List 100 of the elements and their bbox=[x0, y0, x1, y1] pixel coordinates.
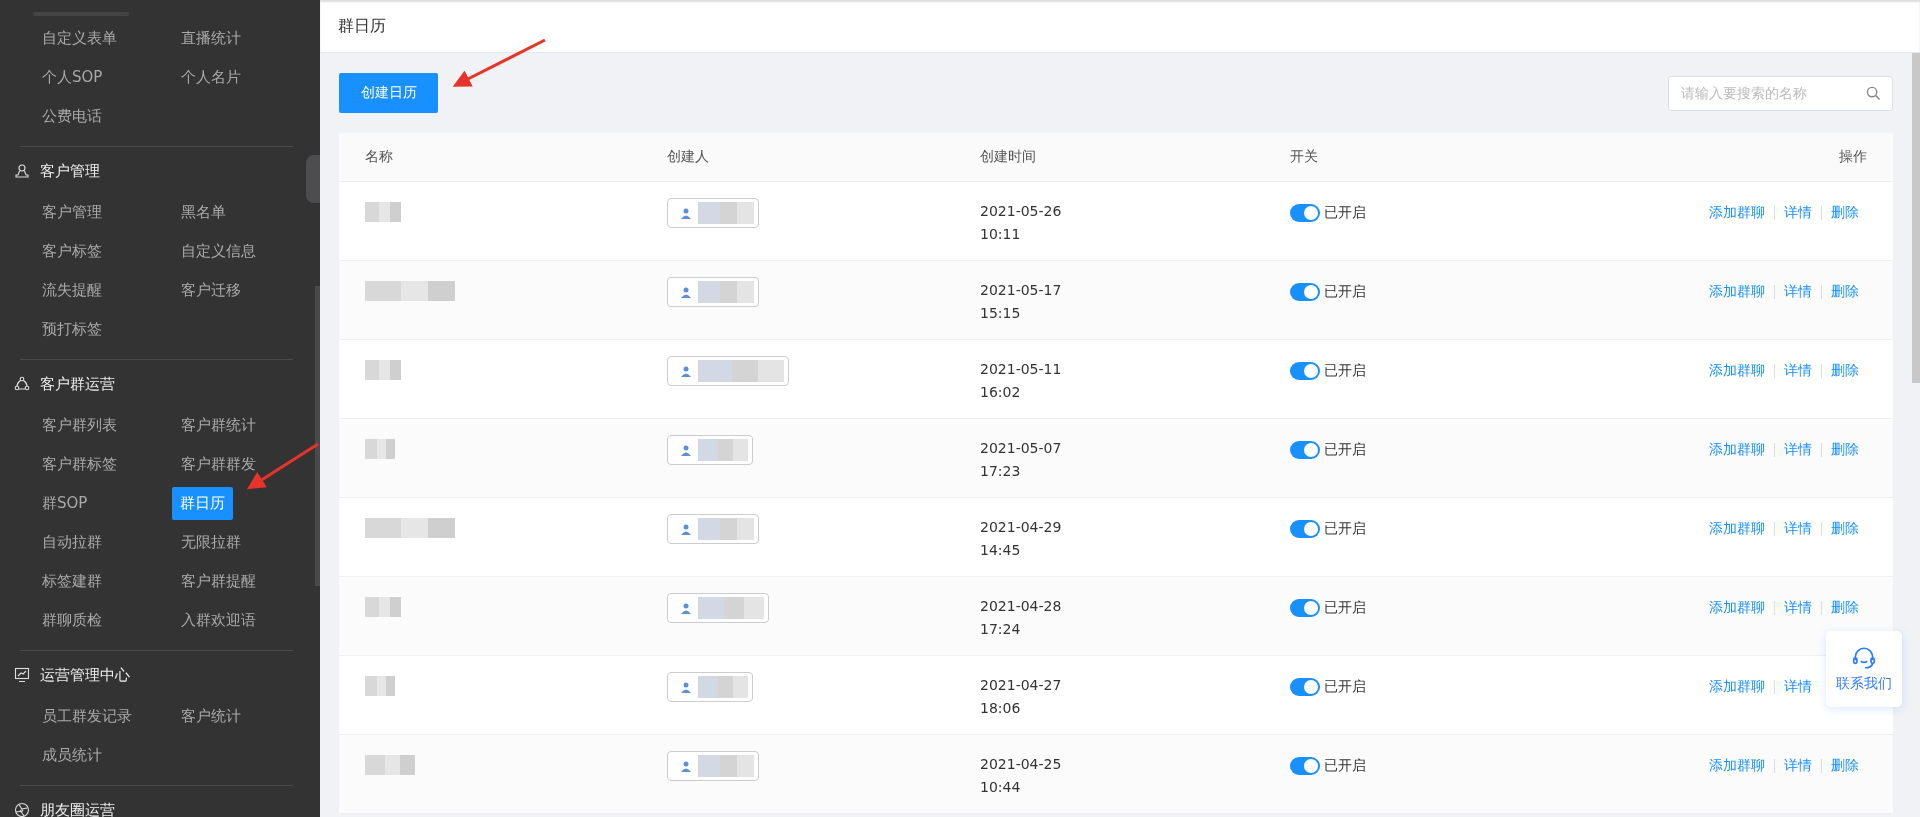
blurred-name bbox=[698, 202, 754, 224]
action-link[interactable]: 删除 bbox=[1831, 757, 1859, 775]
action-link[interactable]: 删除 bbox=[1831, 520, 1859, 538]
action-link[interactable]: 详情 bbox=[1784, 678, 1812, 696]
sidebar-item[interactable]: 客户群列表 bbox=[42, 410, 117, 441]
sidebar-item[interactable]: 客户群标签 bbox=[42, 449, 117, 480]
sidebar-item[interactable]: 个人名片 bbox=[181, 62, 241, 93]
sidebar-item[interactable]: 客户群统计 bbox=[181, 410, 256, 441]
action-link[interactable]: 详情 bbox=[1784, 204, 1812, 222]
created-time: 2021-04-29 14:45 bbox=[980, 518, 1062, 560]
sidebar-item[interactable]: 预打标签 bbox=[42, 314, 102, 345]
toggle-switch[interactable] bbox=[1290, 678, 1320, 696]
sidebar-item[interactable]: 客户群群发 bbox=[181, 449, 256, 480]
sidebar-item[interactable]: 黑名单 bbox=[181, 197, 226, 228]
blurred-name bbox=[365, 360, 401, 380]
toggle-switch[interactable] bbox=[1290, 520, 1320, 538]
sidebar-item[interactable]: 直播统计 bbox=[181, 23, 241, 54]
column-header: 操作 bbox=[1839, 148, 1867, 166]
person-icon bbox=[680, 365, 692, 377]
section-title[interactable]: 运营管理中心 bbox=[40, 665, 130, 685]
scrollbar[interactable] bbox=[315, 286, 320, 586]
created-time: 2021-05-26 10:11 bbox=[980, 202, 1062, 244]
sidebar-item[interactable]: 标签建群 bbox=[42, 566, 102, 597]
sidebar-item[interactable]: 自动拉群 bbox=[42, 527, 102, 558]
sidebar-item[interactable]: 群聊质检 bbox=[42, 605, 102, 636]
switch-label: 已开启 bbox=[1324, 678, 1366, 696]
person-icon bbox=[680, 207, 692, 219]
sidebar-item[interactable]: 群SOP bbox=[42, 488, 88, 519]
action-link[interactable]: 添加群聊 bbox=[1709, 204, 1765, 222]
sidebar-item[interactable]: 客户统计 bbox=[181, 701, 241, 732]
blurred-name bbox=[365, 755, 415, 775]
switch-label: 已开启 bbox=[1324, 757, 1366, 775]
sidebar-item[interactable]: 群日历 bbox=[172, 487, 233, 520]
switch-label: 已开启 bbox=[1324, 441, 1366, 459]
action-link[interactable]: 添加群聊 bbox=[1709, 520, 1765, 538]
action-link[interactable]: 添加群聊 bbox=[1709, 599, 1765, 617]
contact-us-button[interactable]: 联系我们 bbox=[1826, 631, 1902, 707]
section-title[interactable]: 客户群运营 bbox=[40, 374, 115, 394]
search-field[interactable]: 请输入要搜索的名称 bbox=[1668, 75, 1893, 111]
sidebar-item[interactable]: 公费电话 bbox=[42, 101, 102, 132]
headset-icon bbox=[1851, 645, 1877, 671]
action-link[interactable]: 删除 bbox=[1831, 599, 1859, 617]
person-icon bbox=[14, 163, 30, 179]
section-title[interactable]: 朋友圈运营 bbox=[40, 800, 115, 817]
person-icon bbox=[680, 760, 692, 772]
action-link[interactable]: 添加群聊 bbox=[1709, 678, 1765, 696]
action-link[interactable]: 详情 bbox=[1784, 362, 1812, 380]
blurred-name bbox=[698, 518, 754, 540]
sidebar-item[interactable]: 员工群发记录 bbox=[42, 701, 132, 732]
sidebar-item[interactable]: 自定义表单 bbox=[42, 23, 117, 54]
sidebar-item[interactable]: 客户标签 bbox=[42, 236, 102, 267]
sidebar-item[interactable]: 客户管理 bbox=[42, 197, 102, 228]
aperture-icon bbox=[14, 802, 30, 817]
toggle-switch[interactable] bbox=[1290, 204, 1320, 222]
created-time: 2021-05-11 16:02 bbox=[980, 360, 1062, 402]
blurred-name bbox=[365, 202, 401, 222]
action-link[interactable]: 删除 bbox=[1831, 283, 1859, 301]
sidebar-item[interactable]: 成员统计 bbox=[42, 740, 102, 771]
switch-label: 已开启 bbox=[1324, 283, 1366, 301]
person-icon bbox=[680, 444, 692, 456]
create-calendar-button[interactable]: 创建日历 bbox=[339, 73, 438, 113]
search-icon[interactable] bbox=[1866, 85, 1881, 101]
action-link[interactable]: 删除 bbox=[1831, 441, 1859, 459]
action-link[interactable]: 详情 bbox=[1784, 283, 1812, 301]
created-time: 2021-05-17 15:15 bbox=[980, 281, 1062, 323]
sidebar-item[interactable]: 客户迁移 bbox=[181, 275, 241, 306]
action-link[interactable]: 添加群聊 bbox=[1709, 757, 1765, 775]
person-icon bbox=[680, 286, 692, 298]
toggle-switch[interactable] bbox=[1290, 757, 1320, 775]
section-title[interactable]: 客户管理 bbox=[40, 161, 100, 181]
switch-label: 已开启 bbox=[1324, 204, 1366, 222]
toggle-switch[interactable] bbox=[1290, 283, 1320, 301]
action-link[interactable]: 详情 bbox=[1784, 441, 1812, 459]
switch-label: 已开启 bbox=[1324, 362, 1366, 380]
person-icon bbox=[680, 602, 692, 614]
action-link[interactable]: 删除 bbox=[1831, 362, 1859, 380]
blurred-name bbox=[698, 597, 764, 619]
toggle-switch[interactable] bbox=[1290, 362, 1320, 380]
sidebar-item[interactable]: 流失提醒 bbox=[42, 275, 102, 306]
action-link[interactable]: 详情 bbox=[1784, 757, 1812, 775]
scrollbar[interactable] bbox=[1912, 53, 1920, 383]
blurred-name bbox=[365, 439, 395, 459]
created-time: 2021-04-28 17:24 bbox=[980, 597, 1062, 639]
column-header: 创建时间 bbox=[980, 148, 1037, 166]
sidebar-item[interactable]: 无限拉群 bbox=[181, 527, 241, 558]
sidebar-item[interactable]: 自定义信息 bbox=[181, 236, 256, 267]
action-link[interactable]: 添加群聊 bbox=[1709, 283, 1765, 301]
group-icon bbox=[14, 376, 30, 392]
action-link[interactable]: 详情 bbox=[1784, 599, 1812, 617]
action-link[interactable]: 添加群聊 bbox=[1709, 441, 1765, 459]
sidebar-item[interactable]: 个人SOP bbox=[42, 62, 103, 93]
toggle-switch[interactable] bbox=[1290, 441, 1320, 459]
action-link[interactable]: 删除 bbox=[1831, 204, 1859, 222]
blurred-name bbox=[698, 755, 754, 777]
action-link[interactable]: 详情 bbox=[1784, 520, 1812, 538]
action-link[interactable]: 添加群聊 bbox=[1709, 362, 1765, 380]
sidebar-item[interactable]: 客户群提醒 bbox=[181, 566, 256, 597]
toggle-switch[interactable] bbox=[1290, 599, 1320, 617]
collapse-handle[interactable] bbox=[306, 155, 320, 203]
sidebar-item[interactable]: 入群欢迎语 bbox=[181, 605, 256, 636]
